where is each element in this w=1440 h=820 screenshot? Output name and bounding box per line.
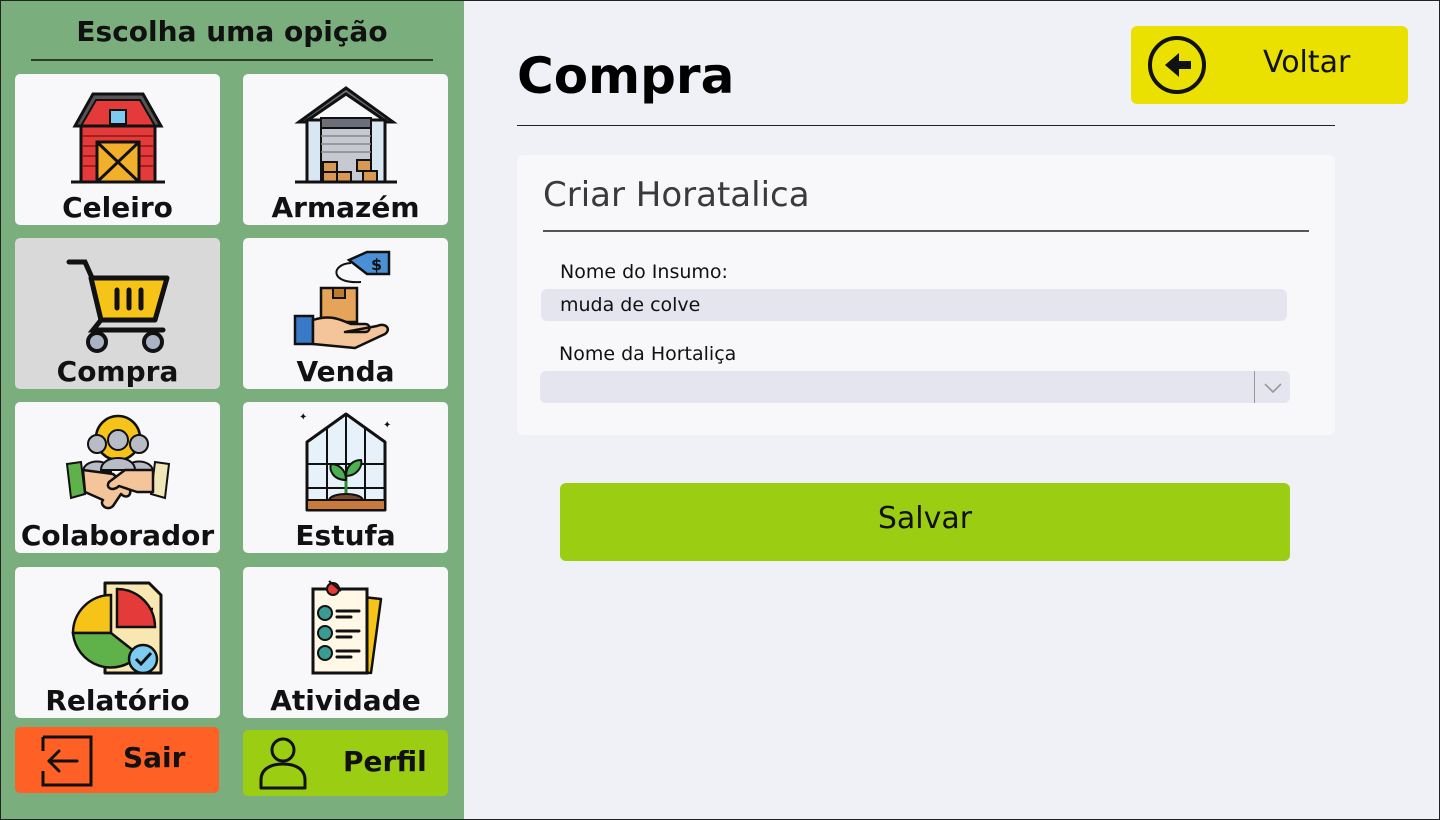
checklist-icon (291, 573, 401, 683)
menu-tile-compra[interactable]: Compra (15, 238, 220, 389)
logout-icon (39, 733, 95, 789)
menu-tile-celeiro[interactable]: Celeiro (15, 74, 220, 225)
barn-icon (63, 80, 173, 190)
hortalica-select[interactable] (540, 371, 1290, 403)
chevron-down-icon (1262, 377, 1284, 397)
report-chart-icon (63, 573, 173, 683)
menu-tile-relatorio[interactable]: Relatório (15, 567, 220, 718)
menu-tile-armazem[interactable]: Armazém (243, 74, 448, 225)
handshake-team-icon (63, 408, 173, 518)
user-icon (255, 734, 311, 790)
menu-tile-label: Atividade (270, 684, 421, 717)
insumo-label: Nome do Insumo: (560, 261, 728, 283)
menu-tile-venda[interactable]: $ Venda (243, 238, 448, 389)
profile-label: Perfil (343, 745, 427, 778)
card-divider (543, 230, 1309, 232)
shopping-cart-icon (63, 244, 173, 354)
menu-tile-colaborador[interactable]: Colaborador (15, 402, 220, 553)
exit-label: Sair (123, 741, 186, 774)
sidebar-divider (31, 59, 433, 61)
app-window: Escolha uma opição Celeiro Armazém Compr… (0, 0, 1440, 820)
menu-tile-estufa[interactable]: ✦ ✦ Estufa (243, 402, 448, 553)
menu-tile-label: Relatório (45, 684, 190, 717)
form-card: Criar Horatalica Nome do Insumo: Nome da… (517, 155, 1335, 435)
save-button[interactable]: Salvar (560, 483, 1290, 561)
back-button[interactable]: Voltar (1131, 26, 1408, 104)
svg-text:✦: ✦ (383, 420, 391, 431)
exit-button[interactable]: Sair (15, 727, 219, 793)
svg-text:✦: ✦ (299, 412, 307, 423)
hortalica-label: Nome da Hortaliça (559, 343, 737, 365)
menu-tile-label: Armazém (271, 191, 420, 224)
card-title: Criar Horatalica (543, 175, 810, 215)
menu-tile-label: Celeiro (62, 191, 173, 224)
greenhouse-icon: ✦ ✦ (291, 408, 401, 518)
page-title: Compra (517, 47, 735, 105)
profile-button[interactable]: Perfil (243, 730, 448, 796)
sell-hand-icon: $ (291, 244, 401, 354)
warehouse-icon (291, 80, 401, 190)
svg-text:$: $ (371, 255, 382, 274)
arrow-left-icon (1147, 35, 1207, 95)
select-separator (1254, 371, 1255, 403)
menu-tile-label: Compra (56, 355, 179, 388)
menu-tile-label: Venda (296, 355, 395, 388)
menu-tile-atividade[interactable]: Atividade (243, 567, 448, 718)
insumo-input[interactable] (541, 289, 1287, 321)
menu-tile-label: Estufa (295, 519, 396, 552)
sidebar-title: Escolha uma opição (76, 15, 388, 48)
main-content: Compra Voltar Criar Horatalica Nome do I… (464, 1, 1439, 819)
title-divider (517, 125, 1335, 126)
sidebar: Escolha uma opição Celeiro Armazém Compr… (1, 1, 464, 819)
back-label: Voltar (1263, 45, 1351, 80)
menu-tile-label: Colaborador (20, 519, 215, 552)
